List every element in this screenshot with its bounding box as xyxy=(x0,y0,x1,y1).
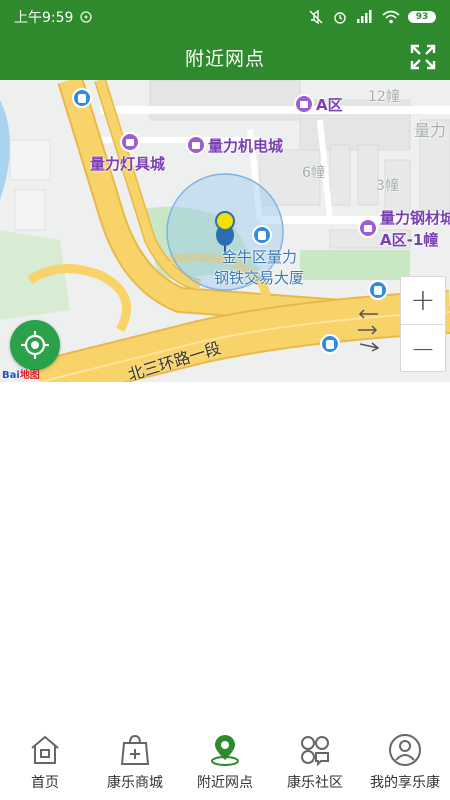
poi-label[interactable]: A区 xyxy=(316,94,343,115)
bus-stop-icon[interactable] xyxy=(320,334,340,354)
tab-label: 我的享乐康 xyxy=(370,775,440,791)
zoom-control: + − xyxy=(400,276,446,372)
building-label: 6幢 xyxy=(302,165,325,181)
map-view[interactable]: A区 量力机电城 量力灯具城 量力钢材城 A区-1幢 12幢 6幢 3幢 量力 … xyxy=(0,80,450,382)
status-time: 上午9:59 xyxy=(14,10,74,26)
locate-button[interactable] xyxy=(10,320,60,370)
sync-icon xyxy=(80,11,93,23)
alarm-icon xyxy=(334,12,346,24)
building-label: 3幢 xyxy=(376,178,399,194)
poi-label[interactable]: 量力灯具城 xyxy=(90,153,165,174)
poi-label[interactable]: 量力钢材城 xyxy=(380,207,450,228)
main-building-label: 钢铁交易大厦 xyxy=(214,269,305,287)
user-profile-icon xyxy=(389,734,421,766)
poi-shop-icon[interactable] xyxy=(294,94,314,114)
tab-label: 首页 xyxy=(31,775,59,791)
status-bar: 上午9:59 93 xyxy=(0,0,450,34)
poi-shop-icon[interactable] xyxy=(186,135,206,155)
tab-home[interactable]: 首页 xyxy=(0,726,90,800)
signal-icon xyxy=(357,10,372,23)
home-icon xyxy=(31,735,59,764)
battery-indicator: 93 xyxy=(408,11,436,23)
location-pin-icon xyxy=(211,735,239,766)
crosshair-icon xyxy=(21,331,49,359)
zoom-out-button[interactable]: − xyxy=(401,325,445,373)
title-bar: 附近网点 xyxy=(0,34,450,80)
bus-stop-icon[interactable] xyxy=(368,280,388,300)
bus-stop-icon[interactable] xyxy=(72,88,92,108)
zoom-in-button[interactable]: + xyxy=(401,277,445,325)
wifi-icon xyxy=(382,10,400,24)
poi-label[interactable]: 量力机电城 xyxy=(208,135,283,156)
poi-shop-icon[interactable] xyxy=(358,218,378,238)
map-attribution-suffix: 地图 xyxy=(19,370,40,381)
mute-icon xyxy=(309,9,323,25)
main-building-label: 金牛区量力 xyxy=(222,248,298,266)
poi-shop-icon[interactable] xyxy=(120,132,140,152)
building-label: 量力 xyxy=(414,121,447,140)
bottom-tab-bar: 首页 康乐商城 附近网点 康乐社区 我的享乐康 xyxy=(0,726,450,800)
bus-stop-icon[interactable] xyxy=(252,225,272,245)
expand-icon[interactable] xyxy=(410,44,436,70)
page-title: 附近网点 xyxy=(184,47,265,70)
tab-community[interactable]: 康乐社区 xyxy=(270,726,360,800)
poi-label[interactable]: A区-1幢 xyxy=(380,229,438,250)
building-label: 12幢 xyxy=(368,89,400,105)
community-grid-icon xyxy=(301,736,329,767)
tab-label: 康乐社区 xyxy=(287,775,343,791)
tab-mall[interactable]: 康乐商城 xyxy=(90,726,180,800)
map-attribution: Bai地图 xyxy=(2,370,40,381)
tab-profile[interactable]: 我的享乐康 xyxy=(360,726,450,800)
tab-label: 康乐商城 xyxy=(107,775,163,791)
tab-label: 附近网点 xyxy=(197,775,253,791)
tab-nearby[interactable]: 附近网点 xyxy=(180,726,270,800)
shopping-bag-icon xyxy=(120,734,150,765)
